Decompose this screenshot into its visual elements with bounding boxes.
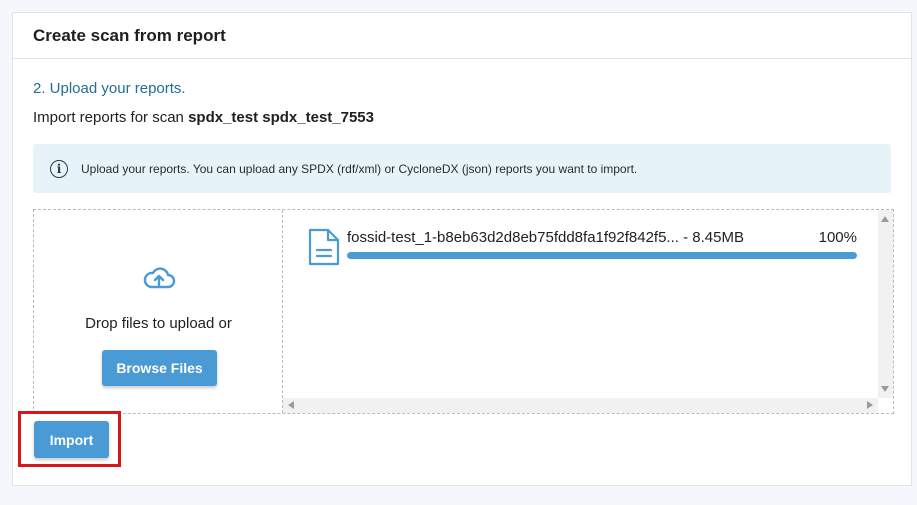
import-description: Import reports for scan spdx_test spdx_t…	[33, 109, 374, 126]
panel-title: Create scan from report	[13, 13, 911, 59]
cloud-upload-icon	[142, 265, 176, 296]
upload-dropzone[interactable]: Drop files to upload or Browse Files fos…	[33, 209, 894, 414]
drop-area[interactable]: Drop files to upload or Browse Files	[34, 210, 283, 413]
file-document-icon	[308, 228, 340, 271]
info-icon: i	[50, 159, 68, 178]
browse-files-button[interactable]: Browse Files	[102, 350, 217, 386]
upload-progress-bar	[347, 252, 857, 259]
file-list: fossid-test_1-b8eb63d2d8eb75fdd8fa1f92f8…	[283, 210, 893, 413]
file-name: fossid-test_1-b8eb63d2d8eb75fdd8fa1f92f8…	[347, 229, 744, 246]
drop-text: Drop files to upload or	[85, 315, 232, 332]
vertical-scrollbar[interactable]	[878, 210, 893, 398]
import-button[interactable]: Import	[34, 421, 109, 458]
file-percent: 100%	[818, 229, 857, 246]
import-prefix: Import reports for scan	[33, 109, 189, 126]
scroll-corner	[878, 398, 893, 413]
upload-progress-fill	[347, 252, 857, 259]
step-title: 2. Upload your reports.	[33, 80, 186, 97]
create-scan-panel: Create scan from report 2. Upload your r…	[12, 12, 912, 486]
scroll-up-arrow-icon[interactable]	[881, 216, 889, 222]
scroll-down-arrow-icon[interactable]	[881, 386, 889, 392]
info-alert: i Upload your reports. You can upload an…	[33, 144, 891, 193]
scan-name: spdx_test spdx_test_7553	[188, 109, 374, 126]
horizontal-scrollbar[interactable]	[283, 398, 878, 413]
scroll-right-arrow-icon[interactable]	[867, 401, 873, 409]
scroll-left-arrow-icon[interactable]	[288, 401, 294, 409]
info-text: Upload your reports. You can upload any …	[81, 161, 638, 176]
